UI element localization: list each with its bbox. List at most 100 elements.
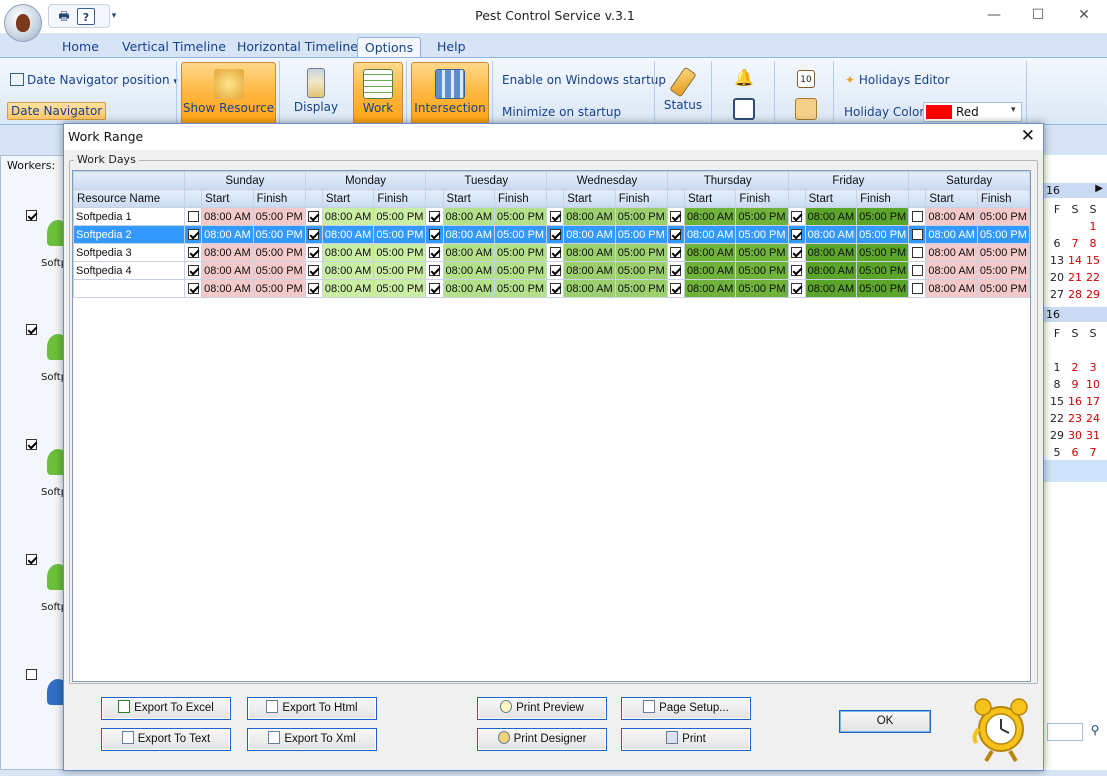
calendar-day[interactable] bbox=[1067, 219, 1083, 234]
calendar-day[interactable]: 13 bbox=[1049, 253, 1065, 268]
calendar-day[interactable]: 28 bbox=[1067, 287, 1083, 302]
day-enabled-checkbox[interactable] bbox=[187, 265, 199, 277]
finish-time-cell[interactable]: 05:00 PM bbox=[976, 225, 1030, 244]
day-enabled-checkbox[interactable] bbox=[791, 265, 803, 277]
start-time-cell[interactable]: 08:00 AM bbox=[442, 207, 496, 226]
help-icon[interactable]: ? bbox=[77, 8, 95, 25]
day-enabled-checkbox[interactable] bbox=[791, 229, 803, 241]
resource-name-cell[interactable]: Softpedia 2 bbox=[73, 225, 185, 244]
day-enabled-checkbox[interactable] bbox=[308, 283, 320, 295]
calendar-day[interactable] bbox=[1067, 343, 1083, 358]
print-icon[interactable]: 🖶 bbox=[55, 8, 73, 25]
customize-qat-icon[interactable]: ▾ bbox=[109, 8, 119, 25]
start-time-cell[interactable]: 08:00 AM bbox=[925, 279, 978, 298]
finish-time-cell[interactable]: 05:00 PM bbox=[976, 207, 1030, 226]
day-enabled-checkbox[interactable] bbox=[911, 211, 923, 223]
calendar-day[interactable]: 7 bbox=[1067, 236, 1083, 251]
day-enabled-cell[interactable] bbox=[666, 279, 685, 298]
finish-time-cell[interactable]: 05:00 PM bbox=[735, 243, 789, 262]
calendar-day[interactable]: 3 bbox=[1085, 360, 1101, 375]
finish-time-cell[interactable]: 05:00 PM bbox=[373, 243, 427, 262]
intersection-button[interactable]: Intersection bbox=[411, 62, 489, 124]
day-enabled-checkbox[interactable] bbox=[911, 229, 923, 241]
finish-time-cell[interactable]: 05:00 PM bbox=[976, 261, 1030, 280]
calendar-day[interactable]: 30 bbox=[1067, 428, 1083, 443]
calendar-day[interactable]: 9 bbox=[1067, 377, 1083, 392]
day-enabled-cell[interactable] bbox=[425, 207, 444, 226]
calendar-day[interactable]: 29 bbox=[1085, 287, 1101, 302]
finish-time-cell[interactable]: 05:00 PM bbox=[373, 261, 427, 280]
start-time-cell[interactable]: 08:00 AM bbox=[201, 207, 254, 226]
day-enabled-cell[interactable] bbox=[908, 207, 927, 226]
finish-time-cell[interactable]: 05:00 PM bbox=[614, 207, 668, 226]
day-enabled-checkbox[interactable] bbox=[308, 265, 320, 277]
day-enabled-cell[interactable] bbox=[787, 207, 806, 226]
finish-time-cell[interactable]: 05:00 PM bbox=[373, 279, 427, 298]
day-enabled-checkbox[interactable] bbox=[428, 247, 440, 259]
calendar-day[interactable]: 20 bbox=[1049, 270, 1065, 285]
worker-checkbox[interactable] bbox=[26, 210, 37, 221]
finish-time-cell[interactable]: 05:00 PM bbox=[494, 243, 548, 262]
start-time-cell[interactable]: 08:00 AM bbox=[442, 261, 496, 280]
finish-time-cell[interactable]: 05:00 PM bbox=[494, 261, 548, 280]
tab-vertical-timeline[interactable]: Vertical Timeline bbox=[116, 37, 232, 58]
calendar-day[interactable]: 15 bbox=[1085, 253, 1101, 268]
day-enabled-checkbox[interactable] bbox=[549, 265, 561, 277]
start-time-cell[interactable]: 08:00 AM bbox=[321, 225, 375, 244]
calendar-day[interactable]: 16 bbox=[1067, 394, 1083, 409]
day-enabled-checkbox[interactable] bbox=[791, 283, 803, 295]
calendar-settings-icon[interactable] bbox=[795, 98, 817, 120]
day-enabled-cell[interactable] bbox=[183, 261, 203, 280]
day-enabled-cell[interactable] bbox=[183, 243, 203, 262]
start-time-cell[interactable]: 08:00 AM bbox=[563, 261, 616, 280]
finish-time-cell[interactable]: 05:00 PM bbox=[856, 261, 910, 280]
day-enabled-cell[interactable] bbox=[787, 261, 806, 280]
start-time-cell[interactable]: 08:00 AM bbox=[563, 207, 616, 226]
maximize-button[interactable]: ☐ bbox=[1026, 6, 1050, 24]
day-enabled-checkbox[interactable] bbox=[428, 283, 440, 295]
day-enabled-checkbox[interactable] bbox=[549, 229, 561, 241]
finish-time-cell[interactable]: 05:00 PM bbox=[735, 261, 789, 280]
day-enabled-cell[interactable] bbox=[787, 243, 806, 262]
day-enabled-cell[interactable] bbox=[908, 225, 927, 244]
day-enabled-cell[interactable] bbox=[546, 225, 565, 244]
start-time-cell[interactable]: 08:00 AM bbox=[201, 225, 254, 244]
start-time-cell[interactable]: 08:00 AM bbox=[683, 225, 737, 244]
day-enabled-cell[interactable] bbox=[304, 261, 323, 280]
table-row[interactable]: Softpedia 3 08:00 AM 05:00 PM 08:00 AM 05:00… bbox=[73, 243, 1030, 262]
finish-time-cell[interactable]: 05:00 PM bbox=[373, 207, 427, 226]
date-navigator-button[interactable]: Date Navigator bbox=[7, 102, 107, 120]
day-enabled-checkbox[interactable] bbox=[911, 283, 923, 295]
start-time-cell[interactable]: 08:00 AM bbox=[683, 279, 737, 298]
calendar-day[interactable]: 27 bbox=[1049, 287, 1065, 302]
finish-time-cell[interactable]: 05:00 PM bbox=[976, 243, 1030, 262]
application-menu-button[interactable] bbox=[4, 4, 42, 42]
finish-time-cell[interactable]: 05:00 PM bbox=[252, 279, 306, 298]
windows-icon[interactable] bbox=[733, 98, 755, 120]
holiday-color-select[interactable]: Red ▾ bbox=[923, 102, 1022, 122]
next-month-icon[interactable]: ▶ bbox=[1095, 183, 1103, 194]
start-time-cell[interactable]: 08:00 AM bbox=[321, 279, 375, 298]
day-enabled-cell[interactable] bbox=[425, 279, 444, 298]
start-time-cell[interactable]: 08:00 AM bbox=[321, 207, 375, 226]
tab-horizontal-timeline[interactable]: Horizontal Timeline bbox=[231, 37, 364, 58]
day-enabled-cell[interactable] bbox=[304, 243, 323, 262]
page-setup-button[interactable]: Page Setup... bbox=[621, 697, 751, 720]
start-time-cell[interactable]: 08:00 AM bbox=[683, 261, 737, 280]
day-enabled-cell[interactable] bbox=[666, 207, 685, 226]
calendar-day[interactable] bbox=[1049, 219, 1065, 234]
start-time-cell[interactable]: 08:00 AM bbox=[804, 261, 858, 280]
day-enabled-cell[interactable] bbox=[183, 225, 203, 244]
day-enabled-cell[interactable] bbox=[425, 225, 444, 244]
start-time-cell[interactable]: 08:00 AM bbox=[201, 279, 254, 298]
calendar-day[interactable]: 24 bbox=[1085, 411, 1101, 426]
show-resource-button[interactable]: Show Resource bbox=[181, 62, 276, 124]
enable-startup-option[interactable]: Enable on Windows startup bbox=[502, 73, 666, 87]
calendar-day[interactable]: 15 bbox=[1049, 394, 1065, 409]
day-enabled-cell[interactable] bbox=[908, 243, 927, 262]
day-enabled-checkbox[interactable] bbox=[791, 247, 803, 259]
table-row[interactable]: Softpedia 4 08:00 AM 05:00 PM 08:00 AM 05:00… bbox=[73, 261, 1030, 280]
finish-time-cell[interactable]: 05:00 PM bbox=[494, 225, 548, 244]
calendar-day[interactable] bbox=[1049, 343, 1065, 358]
resource-name-cell[interactable]: Softpedia 4 bbox=[73, 261, 185, 280]
